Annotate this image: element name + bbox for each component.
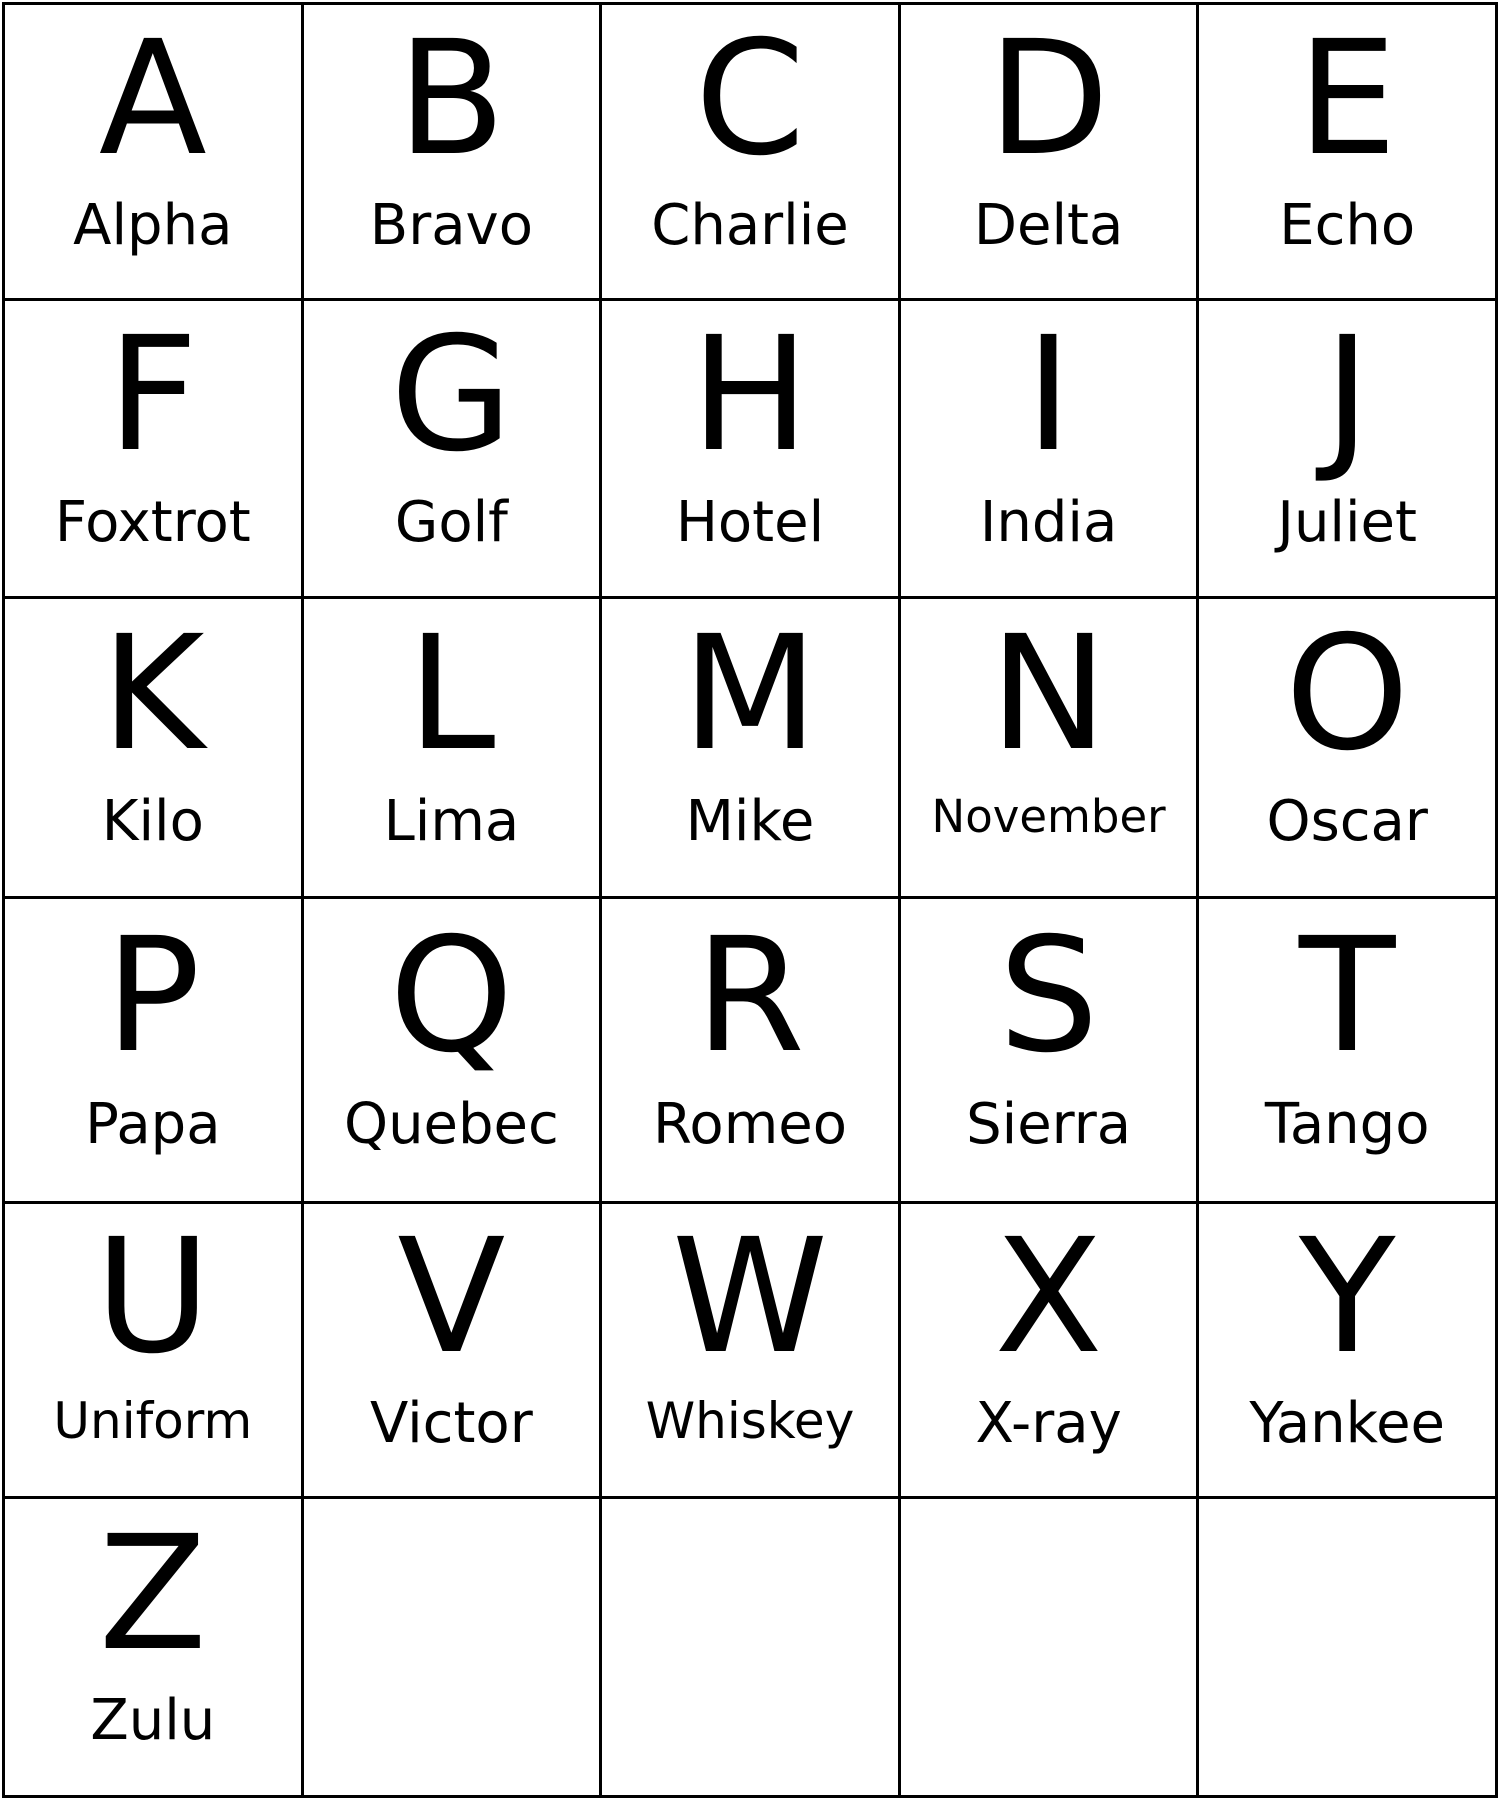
cell-letter: E — [1297, 6, 1398, 191]
cell-letter: L — [407, 602, 496, 787]
cell-word: Uniform — [53, 1391, 253, 1450]
grid-cell-x: X X-ray — [900, 1204, 1200, 1499]
grid-cell-l: L Lima — [303, 599, 603, 899]
cell-letter: A — [98, 6, 207, 191]
cell-letter: M — [681, 602, 819, 787]
cell-word: Romeo — [653, 1092, 847, 1158]
cell-letter: K — [100, 602, 205, 787]
cell-letter: S — [998, 903, 1099, 1088]
cell-word: Golf — [394, 489, 508, 555]
grid-cell-v: V Victor — [303, 1204, 603, 1499]
cell-letter: D — [987, 6, 1110, 191]
cell-letter: J — [1323, 303, 1371, 488]
grid-cell-q: Q Quebec — [303, 899, 603, 1204]
grid-cell-b: B Bravo — [303, 5, 603, 301]
grid-cell-d: D Delta — [900, 5, 1200, 301]
grid-cell-j: J Juliet — [1199, 301, 1498, 599]
grid-cell-p: P Papa — [5, 899, 304, 1204]
grid-cell-f: F Foxtrot — [5, 301, 304, 599]
phonetic-alphabet-grid: A Alpha B Bravo C Charlie D Delta E Echo F Foxtrot G… — [2, 2, 1498, 1798]
cell-word: X-ray — [975, 1390, 1122, 1456]
cell-word: Sierra — [966, 1092, 1132, 1158]
cell-word: Yankee — [1249, 1390, 1446, 1456]
cell-letter: C — [694, 6, 806, 191]
grid-cell-m: M Mike — [602, 599, 901, 899]
grid-cell-i: I India — [900, 301, 1200, 599]
grid-cell-u: U Uniform — [5, 1204, 304, 1499]
cell-word: Mike — [685, 789, 815, 855]
grid-cell-k: K Kilo — [5, 599, 304, 899]
cell-word: Victor — [370, 1390, 533, 1456]
grid-cell-t: T Tango — [1199, 899, 1498, 1204]
cell-word: Oscar — [1266, 789, 1428, 855]
cell-word: Kilo — [101, 789, 204, 855]
grid-cell-c: C Charlie — [602, 5, 901, 301]
grid-cell-h: H Hotel — [602, 301, 901, 599]
cell-letter: V — [397, 1205, 506, 1390]
cell-letter: Y — [1298, 1205, 1396, 1390]
grid-cell-empty — [900, 1499, 1200, 1798]
grid-cell-a: A Alpha — [5, 5, 304, 301]
cell-word: Papa — [85, 1092, 221, 1158]
cell-word: Charlie — [651, 192, 849, 258]
cell-word: Foxtrot — [54, 489, 251, 555]
cell-letter: Z — [98, 1501, 207, 1686]
cell-word: Bravo — [369, 192, 533, 258]
grid-cell-w: W Whiskey — [602, 1204, 901, 1499]
cell-letter: B — [397, 6, 506, 191]
cell-word: Zulu — [90, 1688, 216, 1754]
cell-letter: T — [1298, 903, 1396, 1088]
grid-cell-s: S Sierra — [900, 899, 1200, 1204]
cell-word: Echo — [1279, 192, 1416, 258]
cell-letter: O — [1285, 602, 1410, 787]
cell-word: Quebec — [343, 1092, 559, 1158]
grid-cell-empty — [602, 1499, 901, 1798]
cell-letter: X — [994, 1205, 1103, 1390]
cell-letter: H — [690, 303, 810, 488]
cell-word: Delta — [973, 192, 1124, 258]
cell-word: Tango — [1264, 1092, 1430, 1158]
grid-cell-empty — [1199, 1499, 1498, 1798]
cell-letter: R — [695, 903, 805, 1088]
cell-letter: U — [94, 1205, 211, 1390]
cell-letter: N — [989, 602, 1108, 787]
grid-cell-g: G Golf — [303, 301, 603, 599]
cell-word: Juliet — [1277, 489, 1417, 555]
cell-letter: W — [671, 1205, 829, 1390]
cell-word: Whiskey — [645, 1391, 855, 1450]
cell-letter: P — [105, 903, 201, 1088]
grid-cell-e: E Echo — [1199, 5, 1498, 301]
grid-cell-r: R Romeo — [602, 899, 901, 1204]
cell-letter: F — [107, 303, 199, 488]
cell-word: Lima — [383, 789, 520, 855]
cell-word: Hotel — [675, 489, 825, 555]
grid-cell-empty — [303, 1499, 603, 1798]
cell-word: November — [931, 790, 1166, 844]
cell-word: Alpha — [73, 192, 233, 258]
grid-cell-n: N November — [900, 599, 1200, 899]
cell-letter: I — [1025, 303, 1072, 488]
cell-word: India — [979, 489, 1118, 555]
grid-cell-z: Z Zulu — [5, 1499, 304, 1798]
grid-cell-o: O Oscar — [1199, 599, 1498, 899]
grid-cell-y: Y Yankee — [1199, 1204, 1498, 1499]
cell-letter: Q — [389, 903, 514, 1088]
cell-letter: G — [390, 303, 513, 488]
